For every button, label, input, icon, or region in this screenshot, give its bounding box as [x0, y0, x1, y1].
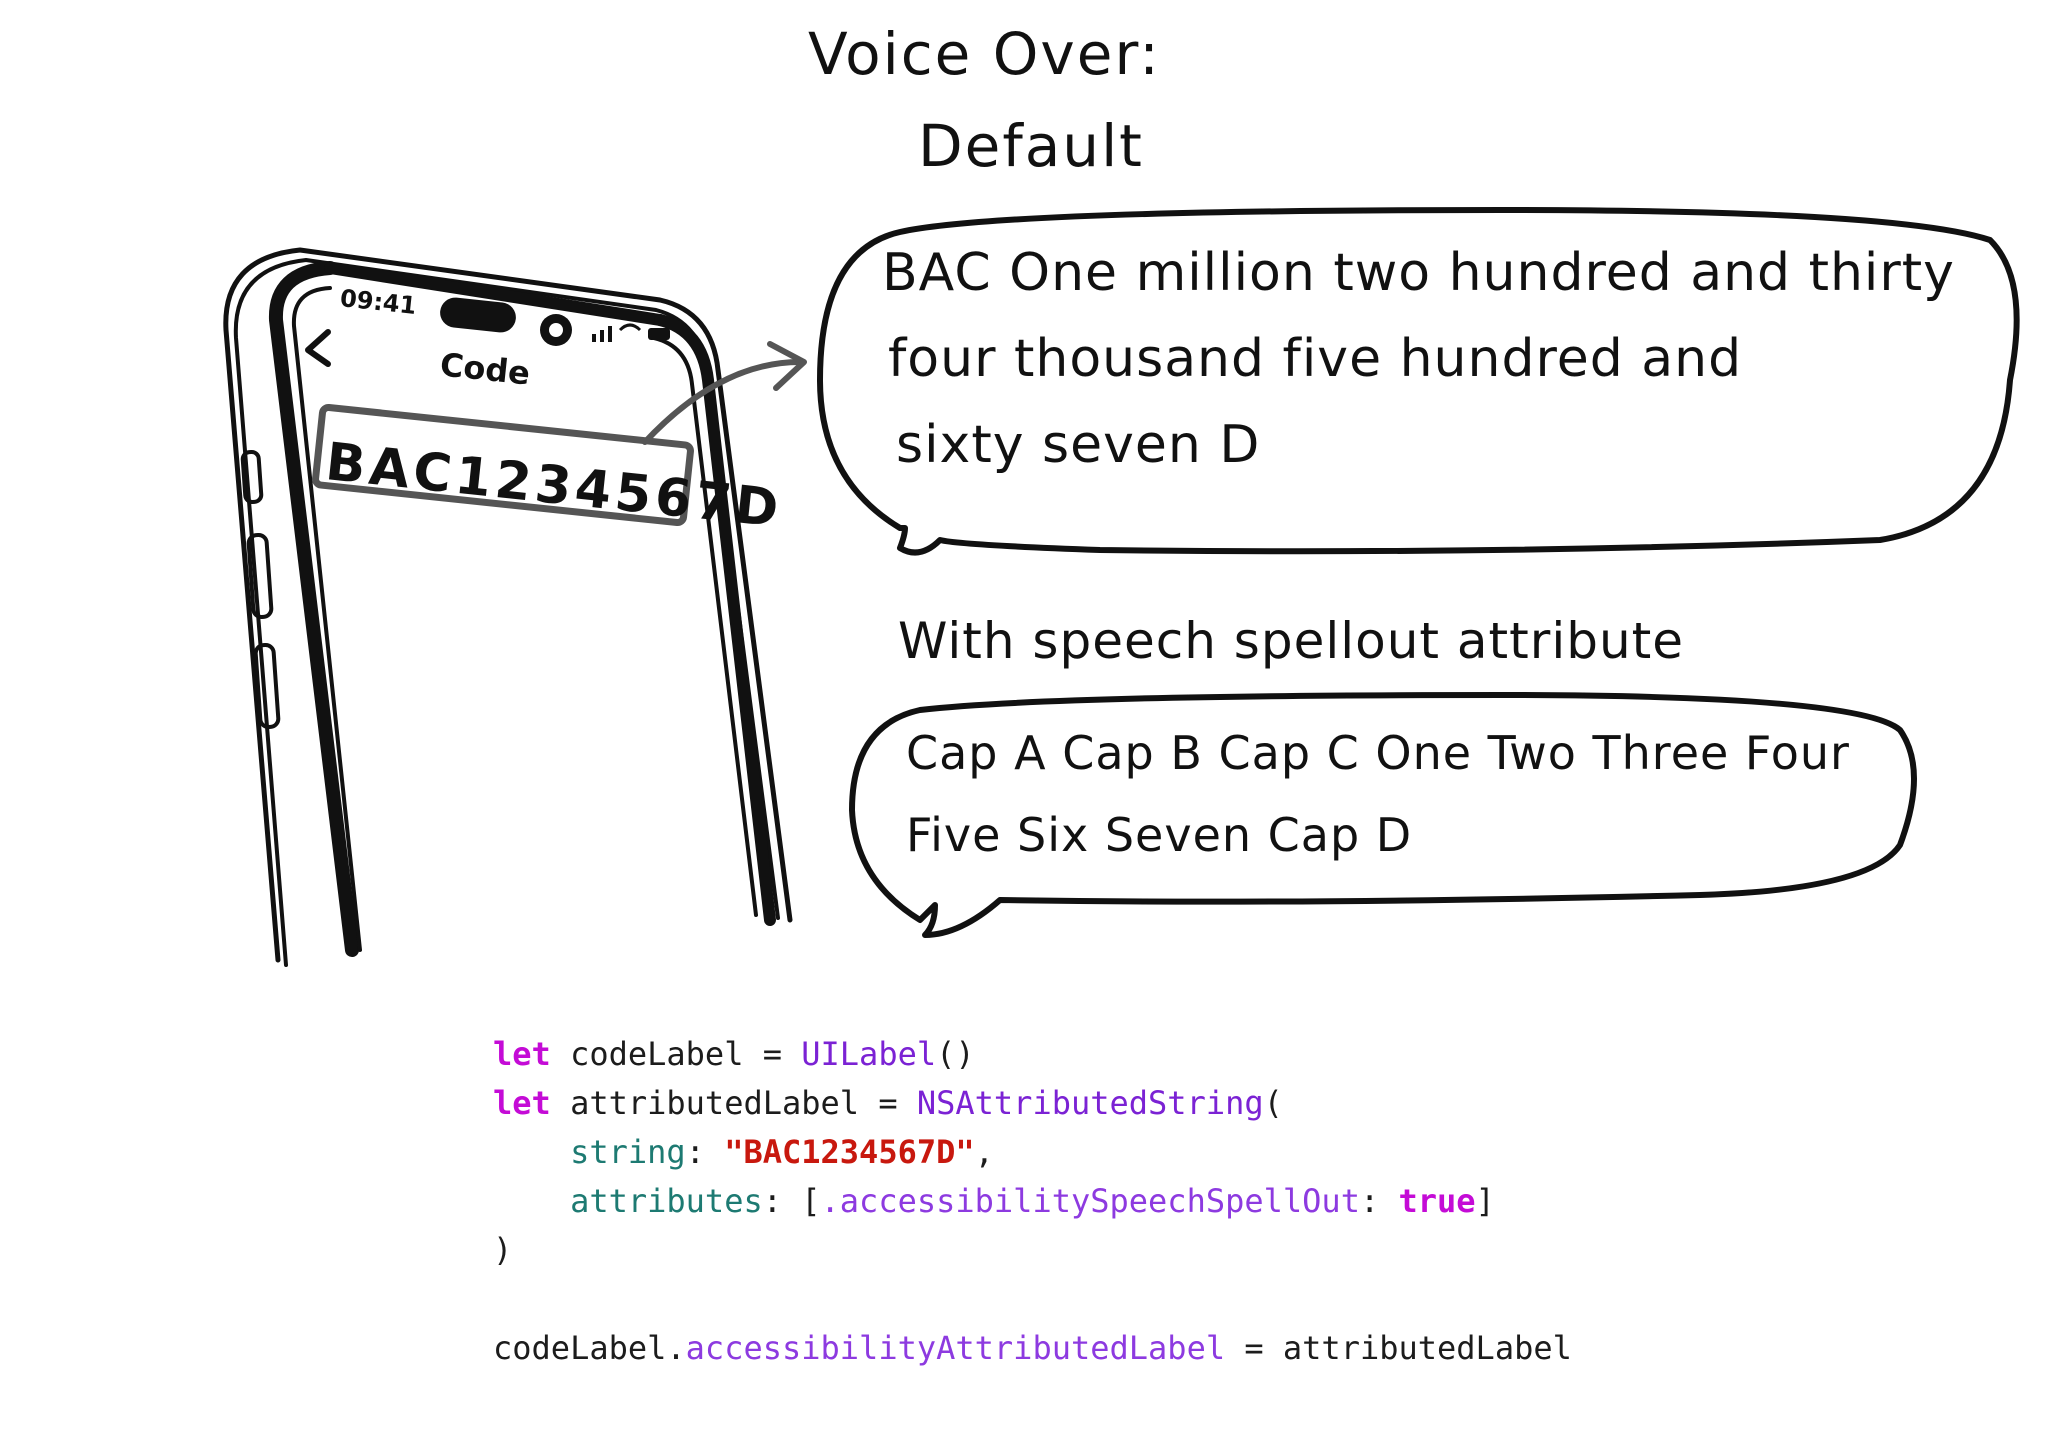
code-param: string [570, 1133, 686, 1171]
phone-bezel-left [268, 261, 359, 957]
phone-screen-left [291, 286, 362, 952]
bubble-line: Cap A Cap B Cap C One Two Three Four [906, 726, 1850, 780]
code-attribute-key: .accessibilitySpeechSpellOut [820, 1182, 1360, 1220]
code-param: attributes [570, 1182, 763, 1220]
code-keyword: let [493, 1084, 551, 1122]
signal-icon [592, 326, 612, 342]
code-punct: ( [1263, 1084, 1283, 1122]
code-identifier: attributedLabel [570, 1084, 860, 1122]
back-chevron-icon [305, 329, 331, 367]
wifi-icon [618, 323, 642, 332]
bubble-line: four thousand five hundred and [888, 329, 1743, 389]
code-identifier: attributedLabel [1282, 1329, 1572, 1367]
code-snippet: let codeLabel = UILabel() let attributed… [493, 1035, 1572, 1367]
page-title: Voice Over: [808, 20, 1161, 88]
dynamic-island [440, 297, 516, 333]
code-string: "BAC1234567D" [724, 1133, 975, 1171]
code-operator: = [1244, 1329, 1264, 1367]
code-type: UILabel [801, 1035, 937, 1073]
code-operator: = [878, 1084, 898, 1122]
spellout-heading: With speech spellout attribute [898, 612, 1685, 670]
code-punct: ) [493, 1231, 513, 1269]
battery-icon [648, 328, 670, 340]
bubble-line: sixty seven D [896, 415, 1261, 475]
code-identifier: codeLabel [493, 1329, 667, 1367]
code-type: NSAttributedString [916, 1084, 1264, 1122]
code-operator: = [762, 1035, 782, 1073]
code-keyword: let [493, 1035, 551, 1073]
code-property: accessibilityAttributedLabel [685, 1329, 1226, 1367]
default-label: Default [918, 112, 1144, 180]
code-identifier: codeLabel [570, 1035, 744, 1073]
code-punct: () [936, 1035, 975, 1073]
code-bool: true [1398, 1182, 1476, 1220]
bubble-line: Five Six Seven Cap D [906, 808, 1413, 862]
bubble-line: BAC One million two hundred and thirty [882, 243, 1955, 303]
